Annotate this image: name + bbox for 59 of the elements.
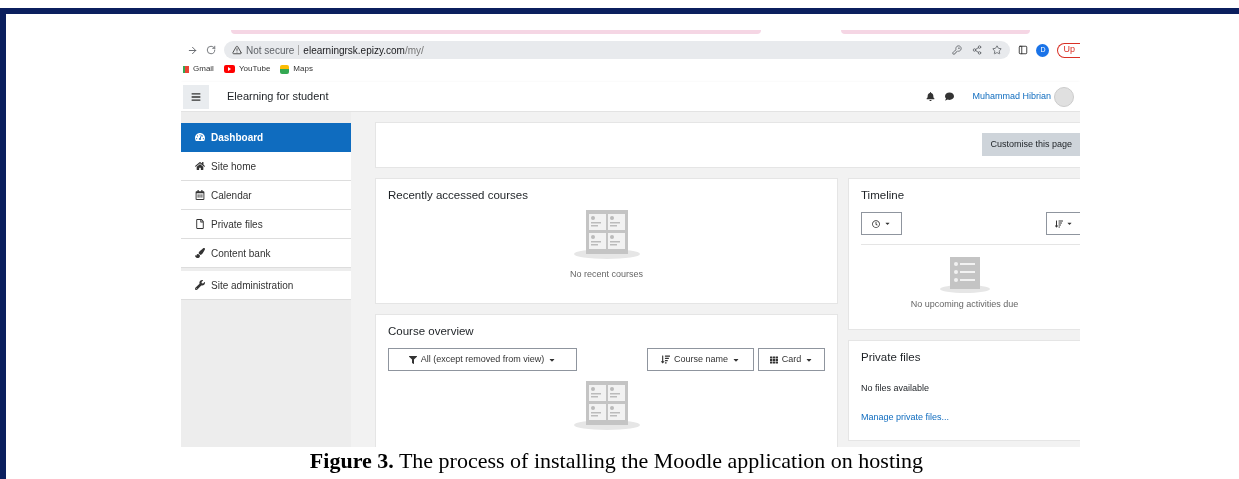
sort-icon [661, 355, 670, 365]
dashboard-icon [195, 132, 205, 142]
key-icon[interactable] [952, 45, 963, 55]
empty-message: No files available [861, 382, 931, 396]
file-icon [195, 219, 205, 229]
home-icon [195, 161, 205, 171]
map-icon [280, 64, 290, 74]
list-illustration [939, 257, 990, 294]
date-filter-dropdown[interactable] [861, 212, 902, 236]
clock-icon [872, 219, 880, 228]
mail-icon [183, 65, 189, 73]
wrench-icon [195, 280, 205, 290]
message-icon[interactable] [945, 92, 955, 101]
menu-icon [191, 91, 201, 102]
figure-caption: Figure 3. The process of installing the Moodle application on hosting [309, 447, 925, 475]
share-icon[interactable] [972, 45, 983, 55]
reload-icon[interactable] [206, 45, 216, 55]
empty-message: No recent courses [569, 268, 643, 282]
sidebar-item[interactable]: Site administration [181, 271, 351, 300]
warning-icon [232, 45, 242, 55]
sort-dropdown[interactable]: Course name [647, 348, 754, 372]
side-panel-icon[interactable] [1018, 45, 1029, 55]
filter-icon [408, 355, 417, 364]
card-title: Recently accessed courses [388, 188, 529, 203]
calendar-icon [195, 190, 205, 200]
star-icon[interactable] [992, 45, 1003, 55]
address-bar[interactable]: Not secure elearningrsk.epizy.com/my/ [224, 41, 1011, 59]
filter-dropdown[interactable]: All (except removed from view) [388, 348, 577, 372]
grid-icon [769, 355, 778, 364]
sidebar-item[interactable]: Site home [181, 152, 351, 181]
bell-icon[interactable] [926, 92, 936, 101]
play-icon [223, 65, 235, 73]
sidebar-item[interactable]: Calendar [181, 181, 351, 210]
sidebar-item[interactable]: Private files [181, 210, 351, 239]
security-label: Not secure [246, 43, 295, 58]
card-title: Timeline [861, 188, 906, 203]
card-title: Course overview [388, 324, 475, 339]
view-dropdown[interactable]: Card [758, 348, 825, 372]
sort-icon [1054, 219, 1063, 228]
user-name[interactable]: Muhammad Hibrian [972, 89, 1051, 104]
brush-icon [195, 248, 205, 258]
forward-icon[interactable] [187, 44, 198, 56]
menu-button[interactable] [183, 84, 209, 109]
course-cards-illustration [573, 210, 640, 261]
caret-icon [1065, 220, 1073, 228]
customise-button[interactable]: Customise this page [982, 133, 1080, 156]
bookmark-link[interactable]: YouTube [238, 63, 271, 75]
sort-dropdown[interactable] [1046, 212, 1080, 236]
site-title[interactable]: Elearning for student [227, 88, 329, 105]
course-cards-illustration [573, 381, 640, 432]
empty-message: No upcoming activities due [910, 298, 1019, 312]
sidebar-item[interactable]: Content bank [181, 239, 351, 268]
bookmark-link[interactable]: Maps [293, 63, 313, 75]
caret-icon [884, 220, 891, 228]
bookmark-link[interactable]: Gmail [193, 63, 214, 75]
card-title: Private files [861, 350, 922, 365]
sidebar-item[interactable]: Dashboard [181, 123, 351, 152]
manage-files-link[interactable]: Manage private files... [861, 410, 1080, 425]
url-text: elearningrsk.epizy.com/my/ [303, 43, 424, 58]
